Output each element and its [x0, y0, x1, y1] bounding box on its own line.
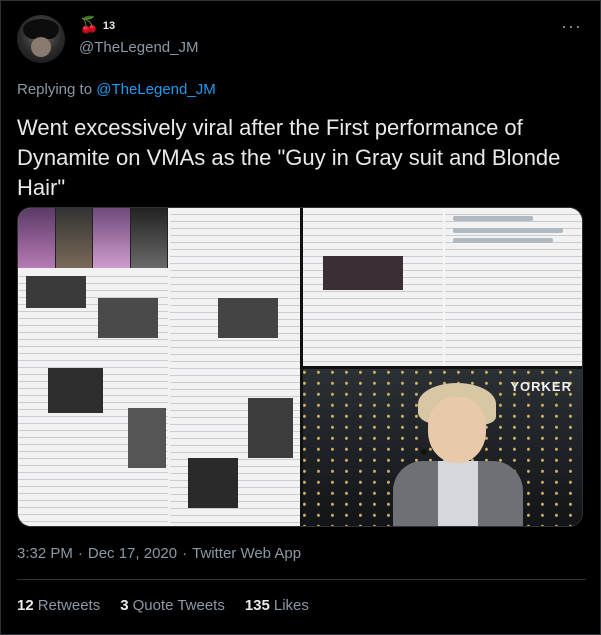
quote-tweets-count: 3 [120, 597, 129, 614]
quote-tweets-stat[interactable]: 3 Quote Tweets [120, 597, 225, 614]
reply-prefix: Replying to [17, 81, 93, 98]
tweet-timestamp: 3:32 PM · Dec 17, 2020 · Twitter Web App [17, 545, 301, 562]
tweet-card: 🍒 13 @TheLegend_JM ··· Replying to @TheL… [0, 0, 601, 635]
author-handle[interactable]: @TheLegend_JM [79, 39, 198, 56]
reply-context: Replying to @TheLegend_JM [17, 81, 216, 98]
collage-photo-strip [18, 208, 168, 268]
media-image-2[interactable] [303, 208, 582, 366]
cherry-icon: 🍒 [79, 17, 99, 34]
separator-dot: · [182, 545, 188, 562]
likes-stat[interactable]: 135 Likes [245, 597, 309, 614]
likes-count: 135 [244, 597, 270, 614]
retweets-stat[interactable]: 12 Retweets [17, 597, 100, 614]
more-options-icon[interactable]: ··· [561, 17, 582, 35]
reply-mention-link[interactable]: @TheLegend_JM [96, 81, 215, 98]
microphone-icon [421, 449, 427, 455]
tweet-time[interactable]: 3:32 PM [17, 545, 73, 562]
tweet-date[interactable]: Dec 17, 2020 [88, 545, 177, 562]
likes-label: Likes [273, 597, 309, 614]
divider [17, 579, 586, 580]
retweets-count: 12 [17, 597, 34, 614]
media-image-1[interactable] [18, 208, 300, 526]
retweets-label: Retweets [37, 597, 101, 614]
tweet-text: Went excessively viral after the First p… [17, 115, 561, 200]
tweet-source: Twitter Web App [192, 545, 302, 562]
avatar[interactable] [17, 15, 65, 63]
media-grid: YORKER [17, 207, 583, 527]
image-overlay-label: YORKER [510, 379, 572, 394]
quote-tweets-label: Quote Tweets [132, 597, 225, 614]
separator-dot: · [77, 545, 83, 562]
author-display-name[interactable]: 13 [103, 19, 115, 33]
media-image-3[interactable]: YORKER [303, 369, 582, 526]
engagement-stats: 12 Retweets 3 Quote Tweets 135 Likes [17, 597, 309, 614]
author-name-row[interactable]: 🍒 13 [79, 17, 115, 35]
